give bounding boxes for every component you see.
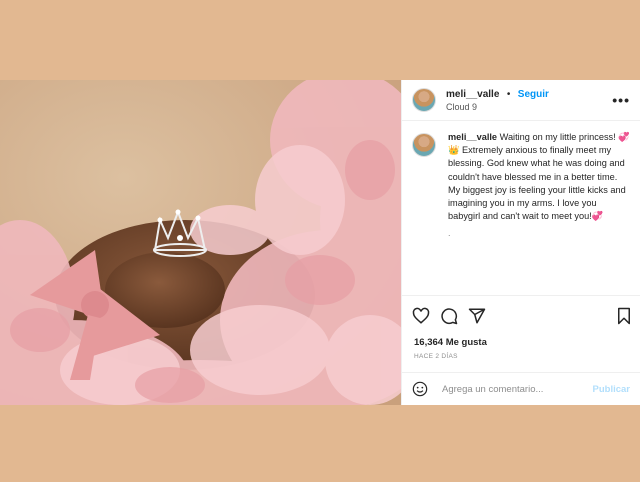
header-user-block: meli__valle • Seguir Cloud 9	[446, 86, 549, 114]
caption-block: meli__valle Waiting on my little princes…	[402, 121, 640, 241]
comment-input[interactable]	[440, 382, 593, 396]
maternity-photo-illustration	[0, 80, 401, 405]
publish-button[interactable]: Publicar	[593, 384, 631, 395]
comment-icon[interactable]	[440, 307, 458, 325]
post-timestamp: HACE 2 DÍAS	[414, 353, 458, 360]
heart-icon[interactable]	[412, 307, 430, 325]
likes-count[interactable]: 16,364 Me gusta	[414, 337, 487, 348]
location-link[interactable]: Cloud 9	[446, 101, 549, 114]
header-username[interactable]: meli__valle	[446, 89, 499, 100]
action-bar	[402, 295, 640, 336]
caption-body: Waiting on my little princess! 💞👑 Extrem…	[448, 132, 630, 222]
post-photo[interactable]	[0, 80, 401, 405]
follow-button[interactable]: Seguir	[518, 89, 549, 100]
caption-username[interactable]: meli__valle	[448, 132, 497, 142]
more-icon[interactable]: •••	[612, 92, 630, 108]
post-sidebar: meli__valle • Seguir Cloud 9 ••• meli__v…	[401, 80, 640, 405]
avatar[interactable]	[412, 133, 436, 157]
share-icon[interactable]	[468, 307, 486, 325]
instagram-post: meli__valle • Seguir Cloud 9 ••• meli__v…	[0, 80, 640, 405]
smiley-icon[interactable]	[412, 381, 428, 397]
comment-box: Publicar	[402, 372, 640, 405]
avatar[interactable]	[412, 88, 436, 112]
caption-trailing-dot: .	[448, 228, 451, 239]
header-separator: •	[506, 89, 511, 100]
post-header: meli__valle • Seguir Cloud 9 •••	[402, 80, 640, 121]
caption-text: meli__valle Waiting on my little princes…	[448, 131, 630, 241]
bookmark-icon[interactable]	[616, 307, 632, 325]
